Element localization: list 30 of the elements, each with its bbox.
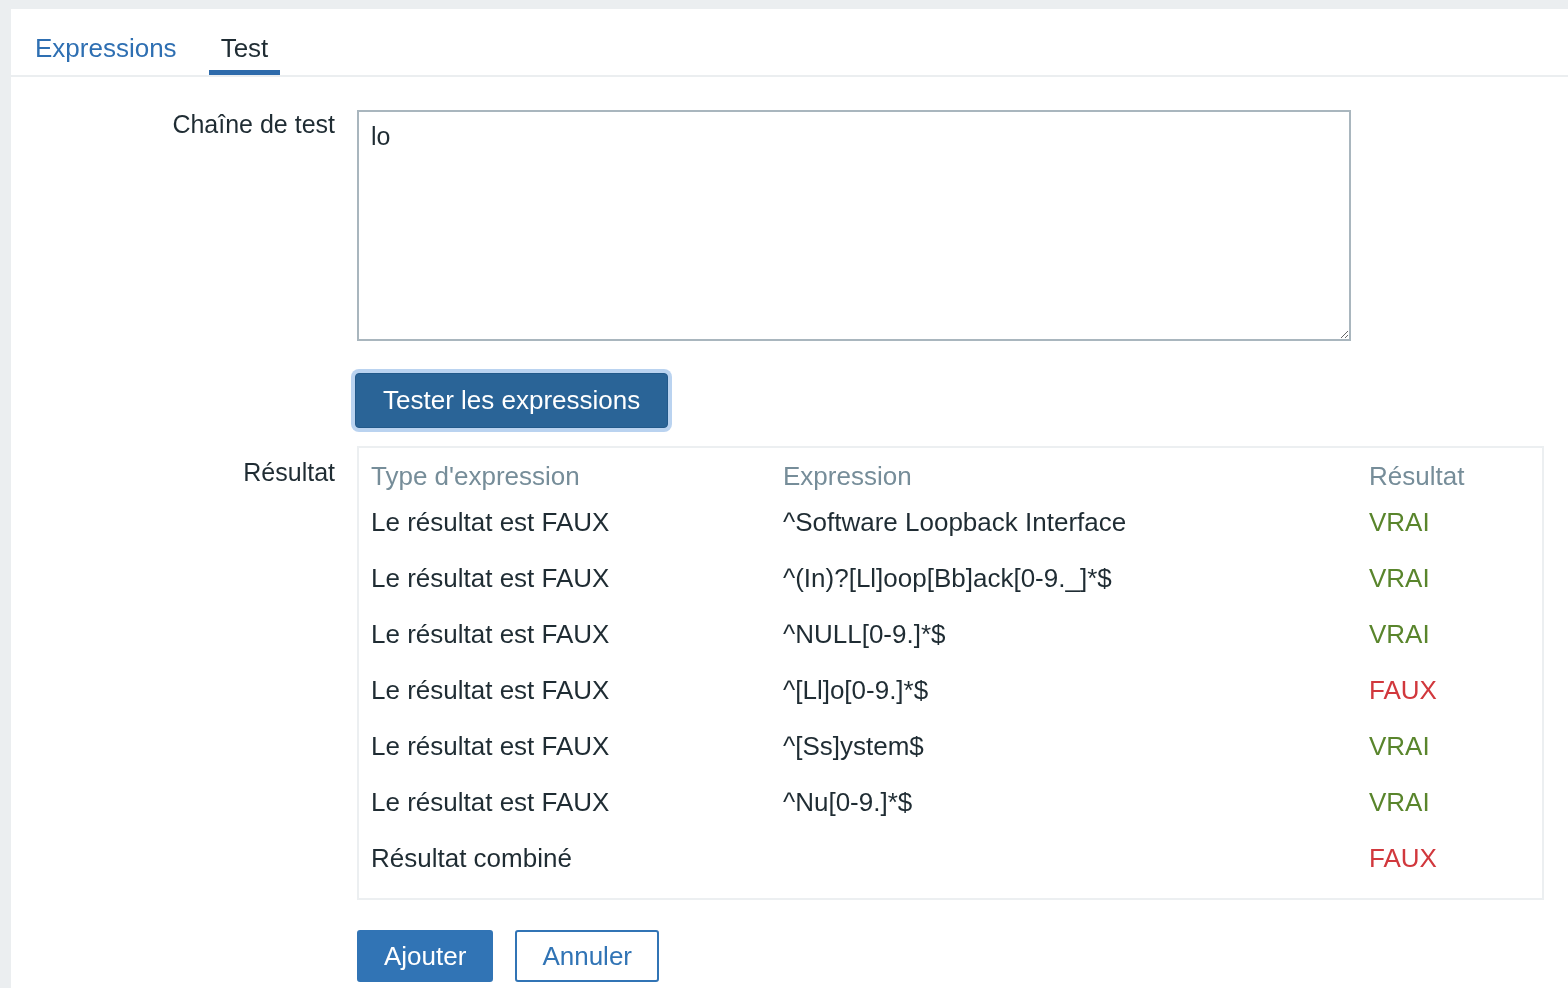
- table-cell-text: VRAI: [1369, 730, 1431, 762]
- table-cell-text: ^Nu[0-9.]*$: [783, 786, 914, 818]
- table-cell-text: ^NULL[0-9.]*$: [783, 618, 947, 650]
- table-cell-text: Le résultat est FAUX: [371, 786, 611, 818]
- table-cell-text: Le résultat est FAUX: [371, 730, 611, 762]
- cancel-button[interactable]: Annuler: [515, 930, 659, 982]
- table-cell-text: VRAI: [1369, 786, 1431, 818]
- test-string-field[interactable]: lo: [357, 110, 1351, 341]
- table-cell-text: VRAI: [1369, 562, 1431, 594]
- field-label: Résultat: [243, 457, 335, 488]
- table-cell-text: VRAI: [1369, 506, 1431, 538]
- add-button[interactable]: Ajouter: [357, 930, 494, 982]
- field-label: Chaîne de test: [172, 110, 335, 140]
- table-cell-text: Le résultat est FAUX: [371, 618, 611, 650]
- tab[interactable]: Test: [208, 9, 281, 75]
- table-cell-text: ^(In)?[Ll]oop[Bb]ack[0-9._]*$: [783, 562, 1113, 594]
- table-cell-text: ^[Ss]ystem$: [783, 730, 925, 762]
- table-cell-text: FAUX: [1369, 674, 1438, 706]
- tab[interactable]: Expressions: [23, 9, 189, 75]
- table-cell-text: Résultat combiné: [371, 842, 573, 874]
- column-header: Type d'expression: [371, 460, 581, 492]
- table-cell-text: FAUX: [1369, 842, 1438, 874]
- table-cell-text: ^[Ll]o[0-9.]*$: [783, 674, 930, 706]
- column-header: Expression: [783, 460, 913, 492]
- table-cell-text: Le résultat est FAUX: [371, 674, 611, 706]
- table-cell-text: ^Software Loopback Interface: [783, 506, 1128, 538]
- table-cell-text: VRAI: [1369, 618, 1431, 650]
- table-cell-text: Le résultat est FAUX: [371, 562, 611, 594]
- column-header: Résultat: [1369, 460, 1466, 492]
- table-cell-text: Le résultat est FAUX: [371, 506, 611, 538]
